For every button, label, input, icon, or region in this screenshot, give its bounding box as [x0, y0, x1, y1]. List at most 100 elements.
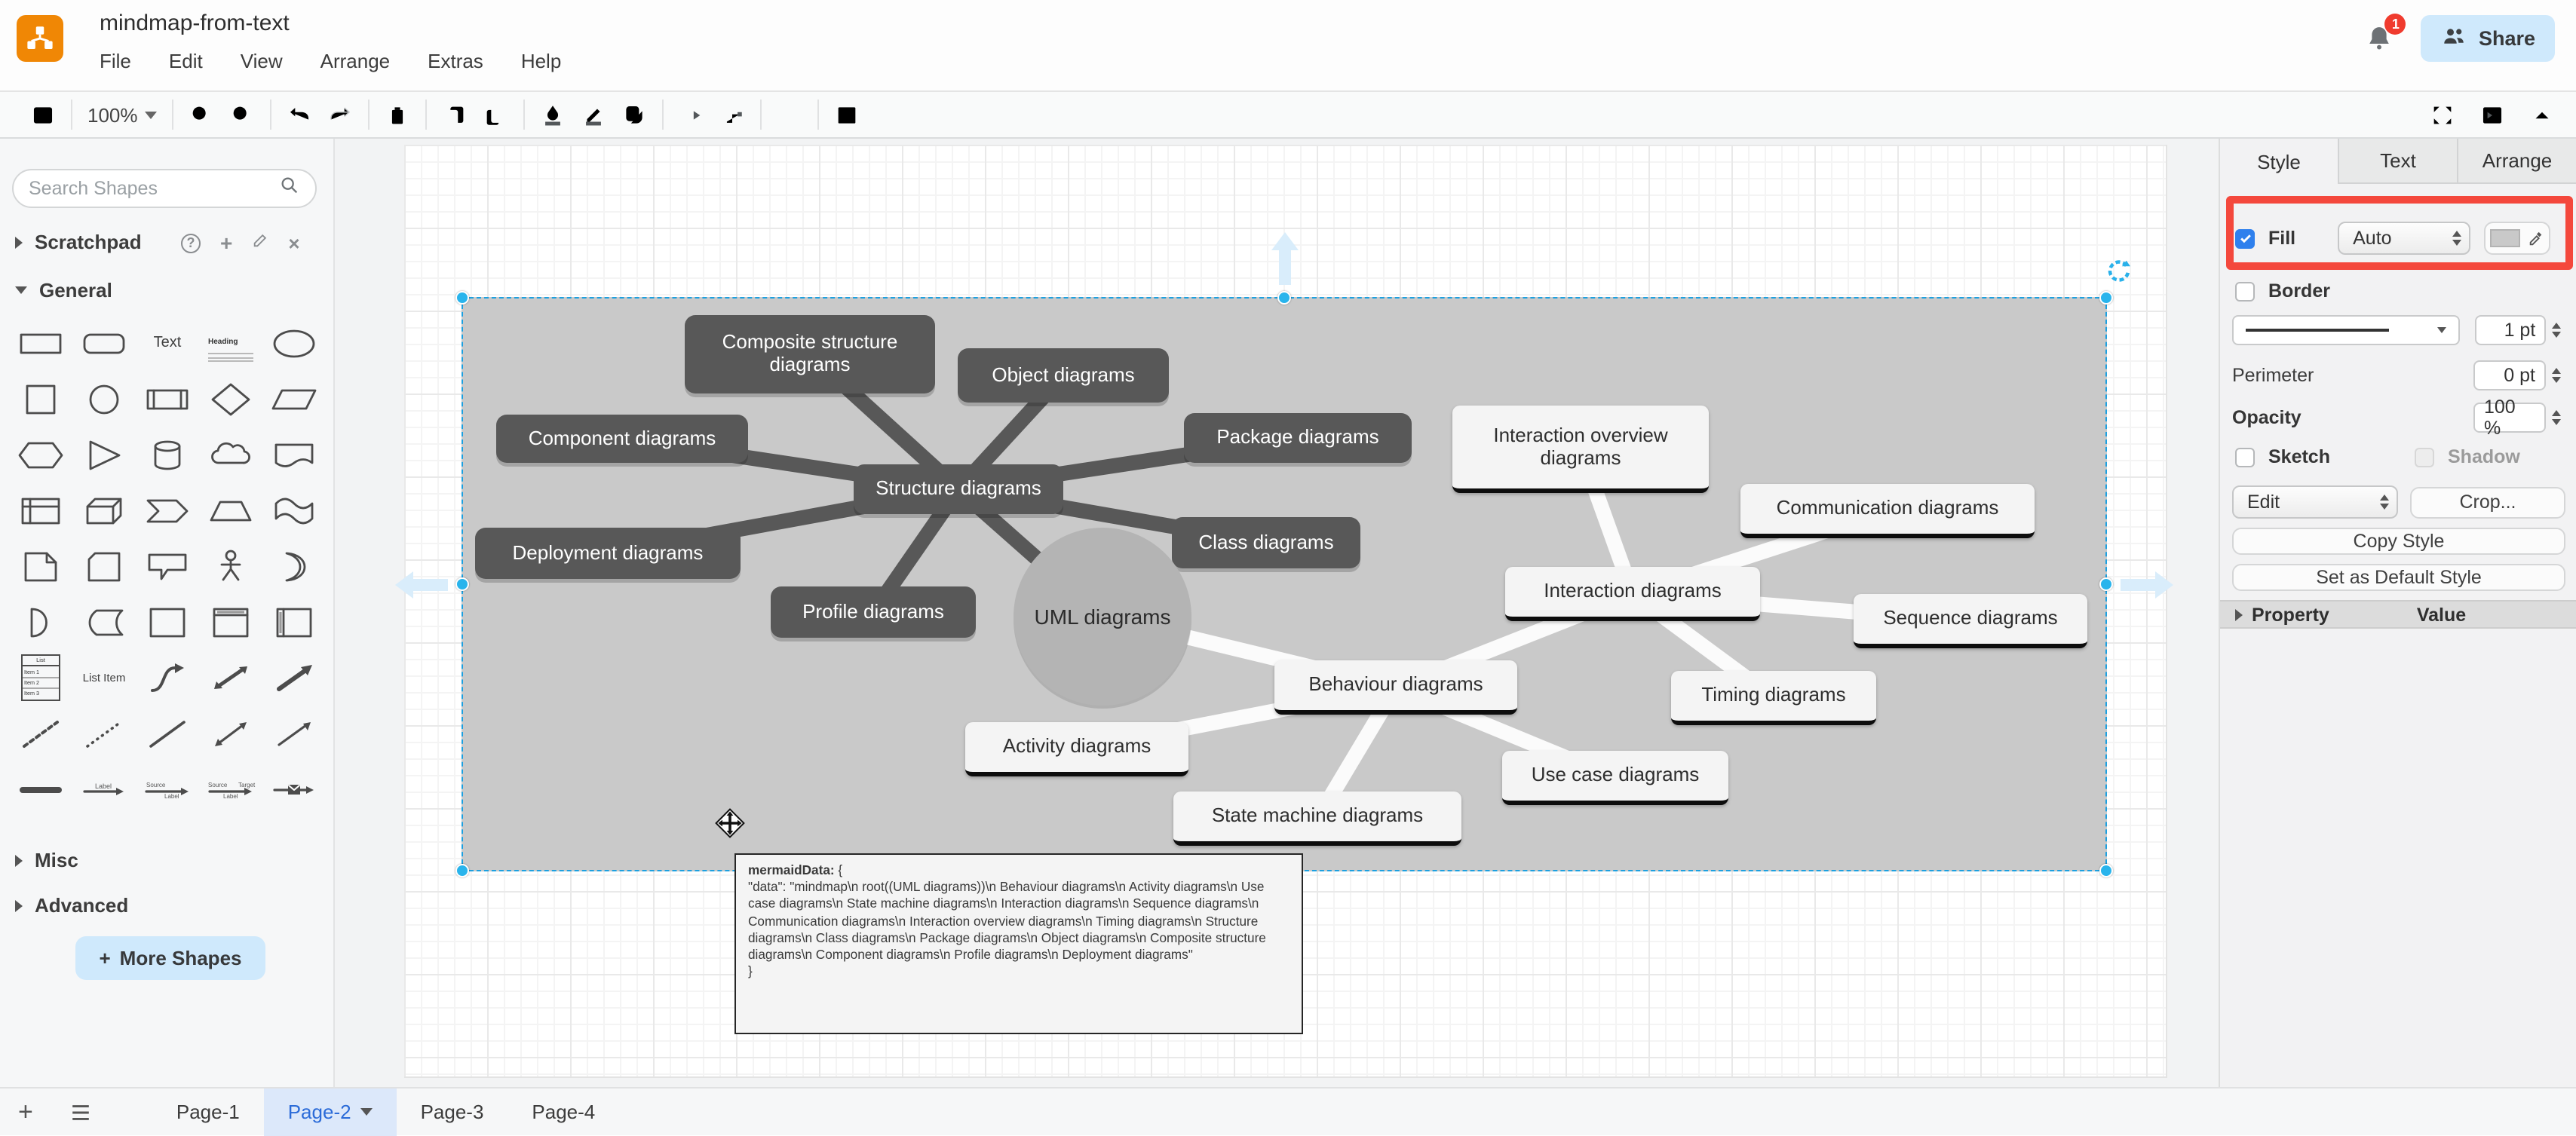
- shape-list[interactable]: ListItem 1Item 2Item 3: [9, 650, 72, 706]
- pages-menu-icon[interactable]: [51, 1103, 110, 1121]
- edit-scratchpad-icon[interactable]: [252, 232, 268, 253]
- help-icon[interactable]: ?: [181, 233, 201, 253]
- line-style-select[interactable]: [2232, 315, 2459, 345]
- border-checkbox[interactable]: [2235, 281, 2255, 301]
- shape-callout[interactable]: [136, 538, 199, 594]
- selection-handle-se[interactable]: [2099, 864, 2113, 877]
- shape-data-storage[interactable]: [72, 594, 136, 650]
- sketch-checkbox[interactable]: [2235, 447, 2255, 467]
- mindmap-node-interaction[interactable]: Interaction diagrams: [1505, 567, 1760, 621]
- general-section[interactable]: General: [15, 279, 112, 302]
- mindmap-node-structure[interactable]: Structure diagrams: [854, 464, 1063, 514]
- menu-arrange[interactable]: Arrange: [320, 50, 391, 72]
- tab-style[interactable]: Style: [2220, 139, 2339, 184]
- shape-directional-connector[interactable]: [262, 706, 326, 761]
- insert-icon[interactable]: [777, 102, 803, 127]
- shape-internal-storage[interactable]: [9, 482, 72, 538]
- shape-labeled-edge-source-target[interactable]: SourceLabelTarget: [199, 761, 262, 817]
- share-button[interactable]: Share: [2421, 15, 2555, 62]
- menu-view[interactable]: View: [241, 50, 283, 72]
- table-icon[interactable]: [835, 102, 860, 127]
- fill-checkbox[interactable]: [2235, 228, 2255, 248]
- mindmap-node-uml-root[interactable]: UML diagrams: [1014, 528, 1191, 706]
- fill-color-swatch[interactable]: [2484, 222, 2550, 255]
- connect-arrow-right-icon[interactable]: [2119, 571, 2173, 606]
- connect-arrow-left-icon[interactable]: [395, 571, 449, 606]
- perimeter-stepper[interactable]: [2546, 360, 2565, 390]
- set-default-style-button[interactable]: Set as Default Style: [2232, 564, 2565, 591]
- add-scratchpad-icon[interactable]: +: [220, 231, 232, 255]
- tab-page-2[interactable]: Page-2: [264, 1088, 397, 1136]
- shape-labeled-edge-source[interactable]: SourceLabel: [136, 761, 199, 817]
- shape-link[interactable]: [9, 761, 72, 817]
- advanced-section[interactable]: Advanced: [15, 894, 128, 917]
- crop-button[interactable]: Crop...: [2410, 486, 2565, 518]
- mindmap-node-object[interactable]: Object diagrams: [958, 348, 1169, 403]
- mindmap-node-behaviour[interactable]: Behaviour diagrams: [1274, 660, 1517, 715]
- shape-trapezoid[interactable]: [199, 482, 262, 538]
- shape-bidirectional-connector[interactable]: [199, 706, 262, 761]
- shape-square[interactable]: [9, 371, 72, 427]
- shape-horizontal-container[interactable]: [262, 594, 326, 650]
- format-panel-toggle-icon[interactable]: [2479, 102, 2505, 127]
- mindmap-node-interaction-overview[interactable]: Interaction overview diagrams: [1452, 406, 1709, 493]
- zoom-in-icon[interactable]: [189, 102, 215, 127]
- shape-process[interactable]: [136, 371, 199, 427]
- shape-or[interactable]: [262, 538, 326, 594]
- shape-textbox[interactable]: Heading: [199, 315, 262, 371]
- shape-bidirectional-arrow[interactable]: [199, 650, 262, 706]
- zoom-dropdown[interactable]: 100%: [87, 103, 158, 126]
- shape-edge-with-icon[interactable]: [262, 761, 326, 817]
- mindmap-node-component[interactable]: Component diagrams: [496, 415, 748, 463]
- tab-text[interactable]: Text: [2339, 139, 2458, 184]
- tab-page-1[interactable]: Page-1: [152, 1088, 264, 1136]
- shadow-icon[interactable]: [622, 102, 648, 127]
- mindmap-node-communication[interactable]: Communication diagrams: [1740, 484, 2035, 538]
- shape-tape[interactable]: [262, 482, 326, 538]
- more-shapes-button[interactable]: + More Shapes: [75, 936, 265, 980]
- mindmap-node-activity[interactable]: Activity diagrams: [965, 722, 1188, 776]
- shape-arrow[interactable]: [262, 650, 326, 706]
- search-input[interactable]: [29, 178, 279, 199]
- line-width-stepper[interactable]: [2546, 315, 2565, 345]
- search-shapes-box[interactable]: [12, 169, 317, 208]
- menu-file[interactable]: File: [100, 50, 131, 72]
- misc-section[interactable]: Misc: [15, 849, 78, 871]
- to-front-icon[interactable]: [443, 102, 468, 127]
- shape-rectangle[interactable]: [9, 315, 72, 371]
- selection-handle-ne[interactable]: [2099, 291, 2113, 305]
- menu-edit[interactable]: Edit: [169, 50, 203, 72]
- shape-diamond[interactable]: [199, 371, 262, 427]
- connection-icon[interactable]: [679, 102, 705, 127]
- scratchpad-section[interactable]: Scratchpad ? + ×: [15, 231, 142, 253]
- mindmap-node-profile[interactable]: Profile diagrams: [771, 586, 976, 638]
- shape-dotted-line[interactable]: [72, 706, 136, 761]
- shape-triangle[interactable]: [72, 427, 136, 482]
- shape-document[interactable]: [262, 427, 326, 482]
- menu-help[interactable]: Help: [521, 50, 562, 72]
- tab-page-4[interactable]: Page-4: [508, 1088, 619, 1136]
- shape-step[interactable]: [136, 482, 199, 538]
- mindmap-node-sequence[interactable]: Sequence diagrams: [1854, 594, 2087, 648]
- property-value-header[interactable]: Property Value: [2220, 600, 2576, 629]
- shape-actor[interactable]: [199, 538, 262, 594]
- shape-note[interactable]: [9, 538, 72, 594]
- mindmap-node-timing[interactable]: Timing diagrams: [1671, 671, 1876, 725]
- shape-line[interactable]: [136, 706, 199, 761]
- fill-color-icon[interactable]: [541, 102, 566, 127]
- shape-rounded-rectangle[interactable]: [72, 315, 136, 371]
- shape-vertical-container[interactable]: [199, 594, 262, 650]
- waypoints-icon[interactable]: [720, 102, 746, 127]
- shape-container[interactable]: [136, 594, 199, 650]
- shape-and[interactable]: [9, 594, 72, 650]
- edit-style-select[interactable]: Edit: [2232, 485, 2398, 519]
- shape-list-item[interactable]: List Item: [72, 650, 136, 706]
- redo-icon[interactable]: [328, 102, 354, 127]
- shadow-checkbox[interactable]: [2415, 447, 2434, 467]
- shape-card[interactable]: [72, 538, 136, 594]
- shape-dashed-line[interactable]: [9, 706, 72, 761]
- shape-text[interactable]: Text: [136, 315, 199, 371]
- delete-icon[interactable]: [385, 102, 411, 127]
- menu-extras[interactable]: Extras: [428, 50, 483, 72]
- opacity-input[interactable]: 100 %: [2473, 403, 2546, 433]
